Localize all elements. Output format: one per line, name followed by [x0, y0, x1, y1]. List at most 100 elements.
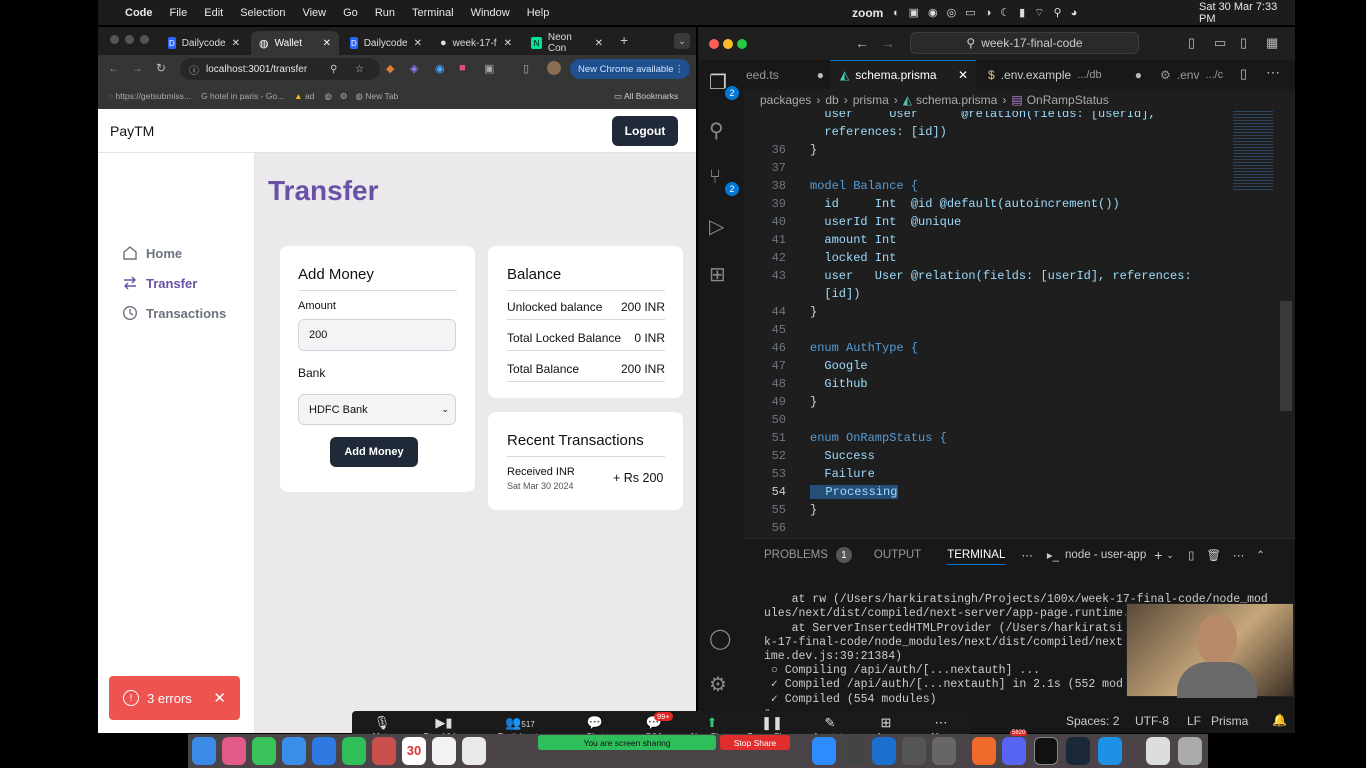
maps-dock-icon[interactable] — [342, 737, 366, 765]
menu-run[interactable]: Run — [375, 7, 395, 19]
menu-selection[interactable]: Selection — [240, 7, 285, 19]
split-editor-icon[interactable]: ▯ — [1240, 66, 1247, 82]
discord-dock-icon[interactable] — [1002, 737, 1026, 765]
maximize-window-icon[interactable] — [140, 35, 149, 44]
sidebar-item-transfer[interactable]: Transfer — [122, 275, 197, 291]
bookmark-star-icon[interactable]: ☆ — [355, 64, 364, 75]
close-window-icon[interactable] — [709, 39, 719, 49]
bookmark-item[interactable]: ◌ https://getsubmiss... — [108, 91, 191, 101]
metamask-extension-icon[interactable]: ◆ — [386, 62, 394, 75]
extension-icon[interactable]: ◈ — [410, 62, 418, 75]
toggle-sidebar-icon[interactable]: ▯ — [1188, 35, 1195, 51]
back-icon[interactable]: ← — [855, 35, 869, 51]
reminders-dock-icon[interactable] — [462, 737, 486, 765]
manage-gear-icon[interactable]: ⚙ — [709, 672, 727, 697]
calendar-dock-icon[interactable]: 30 — [402, 737, 426, 765]
mail-dock-icon[interactable] — [282, 737, 306, 765]
finder-dock-icon[interactable] — [192, 737, 216, 765]
extensions-puzzle-icon[interactable]: ▣ — [484, 62, 494, 75]
close-tab-icon[interactable]: ✕ — [504, 38, 512, 49]
new-terminal-icon[interactable]: + — [1154, 547, 1162, 563]
app-dock-icon[interactable] — [932, 737, 956, 765]
toggle-secondary-sidebar-icon[interactable]: ▯ — [1240, 35, 1247, 51]
tab-env[interactable]: ⚙ .env .../c — [1148, 60, 1238, 89]
status-eol[interactable]: LF — [1187, 714, 1201, 728]
terminal-name[interactable]: node - user-app — [1065, 549, 1146, 561]
notifications-bell-icon[interactable]: 🔔 — [1272, 713, 1287, 727]
tab-dailycode-1[interactable]: D Dailycode ✕ — [160, 31, 248, 55]
zoom-dock-icon[interactable] — [812, 737, 836, 765]
notes-dock-icon[interactable] — [432, 737, 456, 765]
side-panel-icon[interactable]: ▯ — [523, 62, 529, 75]
minimize-window-icon[interactable] — [125, 35, 134, 44]
chevron-up-icon[interactable]: ⌃ — [1256, 550, 1264, 561]
status-icons[interactable]: ◐▣◉◎▭◑☾▮⌔⚲◕ — [893, 6, 1086, 20]
bookmark-item[interactable]: ◍ New Tab — [355, 91, 398, 102]
clock[interactable]: Sat 30 Mar 7:33 PM — [1199, 1, 1295, 25]
source-control-icon[interactable]: ⑂ — [709, 166, 721, 189]
tab-schema-prisma[interactable]: ◭ schema.prisma ✕ — [830, 60, 976, 89]
profile-avatar[interactable] — [547, 61, 561, 75]
split-terminal-icon[interactable]: ▯ — [1188, 548, 1194, 562]
zoom-lens-icon[interactable]: ⚲ — [330, 64, 337, 75]
globe-bookmark-icon[interactable]: ◍ — [324, 91, 331, 102]
gear-bookmark-icon[interactable]: ⚙ — [340, 91, 348, 102]
customize-layout-icon[interactable]: ▦ — [1266, 35, 1278, 51]
app-dock-icon[interactable] — [902, 737, 926, 765]
stop-share-button[interactable]: Stop Share — [720, 735, 790, 750]
menu-go[interactable]: Go — [343, 7, 358, 19]
sidebar-item-home[interactable]: Home — [122, 245, 182, 261]
trash-icon[interactable]: 🗑 — [1206, 548, 1221, 562]
bookmark-item[interactable]: G hotel in paris - Go... — [201, 91, 284, 101]
documents-dock-icon[interactable] — [1146, 737, 1170, 765]
search-icon[interactable]: ⚲ — [709, 118, 724, 143]
minimap[interactable] — [1233, 111, 1273, 191]
close-window-icon[interactable] — [110, 35, 119, 44]
extension-icon[interactable]: ◉ — [435, 62, 445, 75]
extensions-icon[interactable]: ⊞ — [709, 262, 726, 287]
menu-window[interactable]: Window — [471, 7, 510, 19]
close-tab-icon[interactable]: ✕ — [958, 68, 968, 82]
trash-dock-icon[interactable] — [1178, 737, 1202, 765]
close-tab-icon[interactable]: ✕ — [595, 38, 603, 49]
postman-dock-icon[interactable] — [972, 737, 996, 765]
bookmark-item[interactable]: ▲ ad — [294, 91, 314, 101]
more-actions-icon[interactable]: ⋯ — [1266, 64, 1280, 81]
brand-logo[interactable]: PayTM — [110, 123, 154, 139]
launchpad-dock-icon[interactable] — [222, 737, 246, 765]
menu-view[interactable]: View — [302, 7, 326, 19]
menu-terminal[interactable]: Terminal — [412, 7, 454, 19]
tab-output[interactable]: OUTPUT — [874, 549, 921, 561]
maximize-window-icon[interactable] — [737, 39, 747, 49]
chevron-down-icon[interactable]: ⌄ — [1166, 550, 1174, 561]
toggle-panel-icon[interactable]: ▭ — [1214, 35, 1226, 51]
sidebar-item-transactions[interactable]: Transactions — [122, 305, 226, 321]
command-center-search[interactable]: ⚲ week-17-final-code — [910, 32, 1139, 54]
status-encoding[interactable]: UTF-8 — [1135, 714, 1169, 728]
minimize-window-icon[interactable] — [723, 39, 733, 49]
tab-wallet[interactable]: ◍ Wallet ✕ — [251, 31, 339, 55]
tab-seed-ts[interactable]: eed.ts ● — [744, 60, 830, 89]
account-icon[interactable]: ◯ — [709, 626, 731, 651]
docker-dock-icon[interactable] — [1098, 737, 1122, 765]
bank-select[interactable]: HDFC Bank ⌄ — [298, 394, 456, 425]
breadcrumb-item[interactable]: schema.prisma — [916, 93, 997, 107]
amount-input[interactable]: 200 — [298, 319, 456, 351]
safari-dock-icon[interactable] — [312, 737, 336, 765]
breadcrumb-item[interactable]: db — [825, 93, 838, 107]
code-editor[interactable]: user User @relation(fields: [userId], re… — [744, 111, 1294, 538]
breadcrumb-item[interactable]: prisma — [853, 93, 889, 107]
url-bar[interactable]: ⓘ localhost:3001/transfer ⚲ ☆ — [180, 58, 380, 80]
tab-dailycode-2[interactable]: D Dailycode ✕ — [342, 31, 430, 55]
extension-icon[interactable]: ■ — [459, 62, 466, 74]
menu-help[interactable]: Help — [527, 7, 550, 19]
zoom-status-label[interactable]: zoom — [852, 6, 883, 20]
new-tab-icon[interactable]: + — [620, 32, 628, 48]
tab-problems[interactable]: PROBLEMS — [764, 549, 828, 561]
site-info-icon[interactable]: ⓘ — [189, 62, 199, 77]
panel-more-icon[interactable]: ⋯ — [1233, 548, 1245, 562]
terminal-dock-icon[interactable] — [1034, 737, 1058, 765]
menu-file[interactable]: File — [170, 7, 188, 19]
run-debug-icon[interactable]: ▷ — [709, 214, 724, 239]
errors-toast[interactable]: ! 3 errors ✕ — [109, 676, 240, 720]
